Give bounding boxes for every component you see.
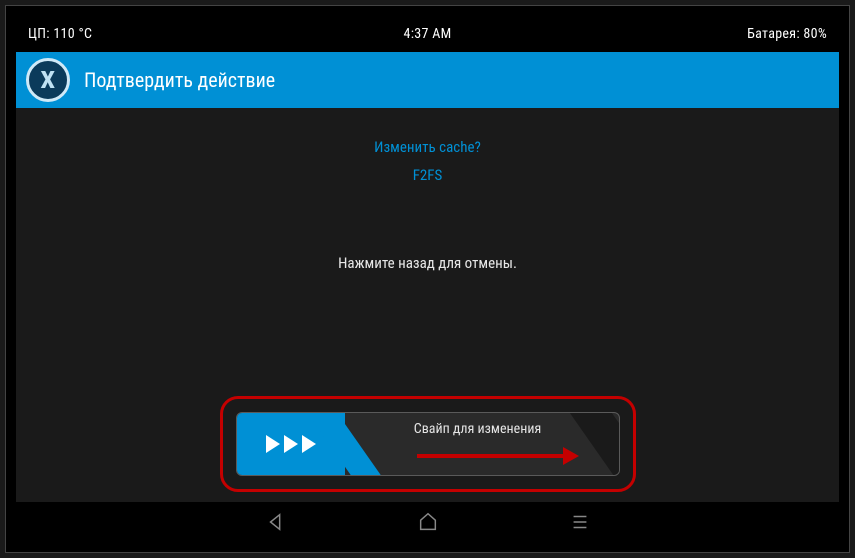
back-triangle-icon <box>265 511 287 533</box>
header-bar: X Подтвердить действие <box>16 52 839 108</box>
swipe-track: Свайп для изменения <box>236 412 620 476</box>
swipe-handle[interactable] <box>237 413 345 475</box>
twrp-logo-icon: X <box>26 58 70 102</box>
menu-lines-icon <box>569 511 591 533</box>
confirm-question: Изменить cache? <box>16 138 839 156</box>
chevron-right-icon <box>266 435 280 453</box>
clock-label: 4:37 AM <box>294 26 560 42</box>
menu-button[interactable] <box>564 506 596 538</box>
battery-label: Батарея: 80% <box>561 26 839 42</box>
annotation-arrow-icon <box>417 447 579 465</box>
chevron-right-icon <box>302 435 316 453</box>
chevron-right-icon <box>284 435 298 453</box>
home-button[interactable] <box>412 506 444 538</box>
swipe-confirm[interactable]: Свайп для изменения <box>228 404 628 484</box>
swipe-label: Свайп для изменения <box>357 421 599 437</box>
page-title: Подтвердить действие <box>84 68 275 92</box>
back-button[interactable] <box>260 506 292 538</box>
cancel-instruction: Нажмите назад для отмены. <box>16 254 839 272</box>
nav-bar <box>16 502 839 542</box>
home-pentagon-icon <box>417 511 439 533</box>
status-bar: ЦП: 110 °C 4:37 AM Батарея: 80% <box>16 16 839 52</box>
screen-frame: ЦП: 110 °C 4:37 AM Батарея: 80% X Подтве… <box>5 5 850 553</box>
cpu-temp-label: ЦП: 110 °C <box>16 26 294 42</box>
filesystem-label: F2FS <box>16 166 839 184</box>
